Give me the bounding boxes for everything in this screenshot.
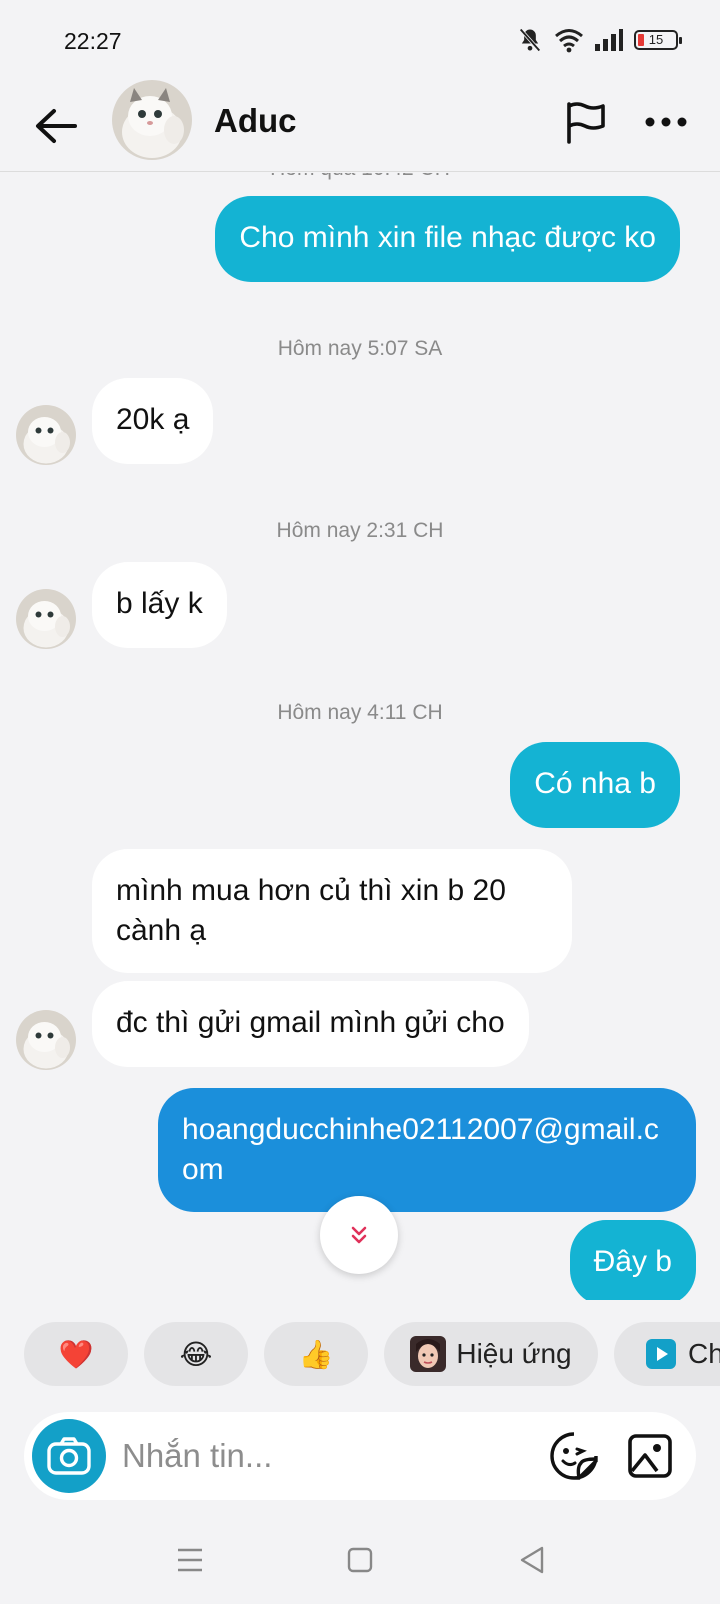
wifi-icon xyxy=(555,29,583,53)
camera-icon xyxy=(47,1437,91,1475)
heart-icon: ❤️ xyxy=(58,1338,94,1370)
battery-icon: 15 xyxy=(634,30,682,50)
effects-button[interactable]: Hiệu ứng xyxy=(384,1322,598,1386)
status-time: 22:27 xyxy=(64,28,122,54)
channel-button[interactable]: Ch xyxy=(614,1322,720,1386)
signal-icon xyxy=(595,29,623,51)
cat-avatar-icon xyxy=(16,405,76,465)
laughing-emoji-icon: 😂 xyxy=(179,1338,213,1370)
bell-muted-icon xyxy=(519,28,541,52)
status-bar: 22:27 15 xyxy=(0,0,720,80)
recent-apps-button[interactable] xyxy=(166,1540,214,1580)
outgoing-message[interactable]: Cho mình xin file nhạc được ko xyxy=(215,196,680,282)
effects-label: Hiệu ứng xyxy=(456,1338,572,1369)
channel-label: Ch xyxy=(688,1338,720,1369)
message-input[interactable] xyxy=(122,1430,502,1482)
back-button[interactable] xyxy=(28,98,84,154)
timestamp: Hôm nay 5:07 SA xyxy=(277,337,443,360)
cat-avatar-icon xyxy=(112,80,192,160)
report-button[interactable] xyxy=(558,94,614,150)
scroll-to-bottom-button[interactable] xyxy=(320,1196,398,1274)
contact-avatar[interactable] xyxy=(112,80,192,160)
sticker-button[interactable] xyxy=(546,1428,602,1484)
message-list[interactable]: Hôm qua 10:42 CH Cho mình xin file nhạc … xyxy=(0,173,720,1300)
outgoing-message[interactable]: Có nha b xyxy=(510,742,680,828)
contact-name[interactable]: Aduc xyxy=(214,102,297,140)
message-composer xyxy=(24,1412,696,1500)
chat-header: Aduc xyxy=(0,80,720,172)
incoming-message[interactable]: mình mua hơn củ thì xin b 20 cành ạ xyxy=(92,849,572,973)
reaction-heart-button[interactable]: ❤️ xyxy=(24,1322,128,1386)
incoming-message[interactable]: đc thì gửi gmail mình gửi cho xyxy=(92,981,529,1067)
sender-avatar[interactable] xyxy=(16,405,76,465)
image-icon xyxy=(628,1434,672,1478)
quick-reactions-bar: ❤️ 😂 👍 Hiệu ứng Ch xyxy=(0,1322,720,1388)
sender-avatar[interactable] xyxy=(16,589,76,649)
effects-avatar-icon xyxy=(410,1336,447,1372)
home-button[interactable] xyxy=(336,1540,384,1580)
battery-level: 15 xyxy=(648,32,664,47)
sender-avatar[interactable] xyxy=(16,1010,76,1070)
menu-lines-icon xyxy=(178,1548,202,1572)
reaction-laugh-button[interactable]: 😂 xyxy=(144,1322,248,1386)
back-arrow-icon xyxy=(36,109,77,143)
flag-icon xyxy=(567,102,605,144)
triangle-back-icon xyxy=(520,1546,544,1574)
timestamp: Hôm nay 4:11 CH xyxy=(277,701,443,724)
square-icon xyxy=(347,1547,373,1573)
thumbs-up-icon: 👍 xyxy=(298,1338,334,1370)
back-nav-button[interactable] xyxy=(508,1540,556,1580)
reaction-thumbs-up-button[interactable]: 👍 xyxy=(264,1322,368,1386)
timestamp: Hôm nay 2:31 CH xyxy=(276,519,444,542)
incoming-message[interactable]: 20k ạ xyxy=(92,378,214,464)
more-options-button[interactable] xyxy=(634,94,698,150)
status-icons: 15 xyxy=(516,26,682,54)
double-chevron-down-icon xyxy=(351,1226,367,1244)
incoming-message[interactable]: b lấy k xyxy=(92,562,227,648)
camera-button[interactable] xyxy=(32,1419,106,1493)
cat-avatar-icon xyxy=(16,1010,76,1070)
outgoing-message[interactable]: Đây b xyxy=(569,1220,696,1300)
more-dots-icon xyxy=(645,117,687,127)
outgoing-email-message[interactable]: hoangducchinhe02112007@gmail.com xyxy=(158,1088,696,1212)
play-icon xyxy=(646,1339,676,1369)
gallery-button[interactable] xyxy=(622,1428,678,1484)
sticker-face-icon xyxy=(550,1432,598,1480)
system-navigation-bar xyxy=(0,1520,720,1604)
timestamp: Hôm qua 10:42 CH xyxy=(0,173,720,181)
cat-avatar-icon xyxy=(16,589,76,649)
